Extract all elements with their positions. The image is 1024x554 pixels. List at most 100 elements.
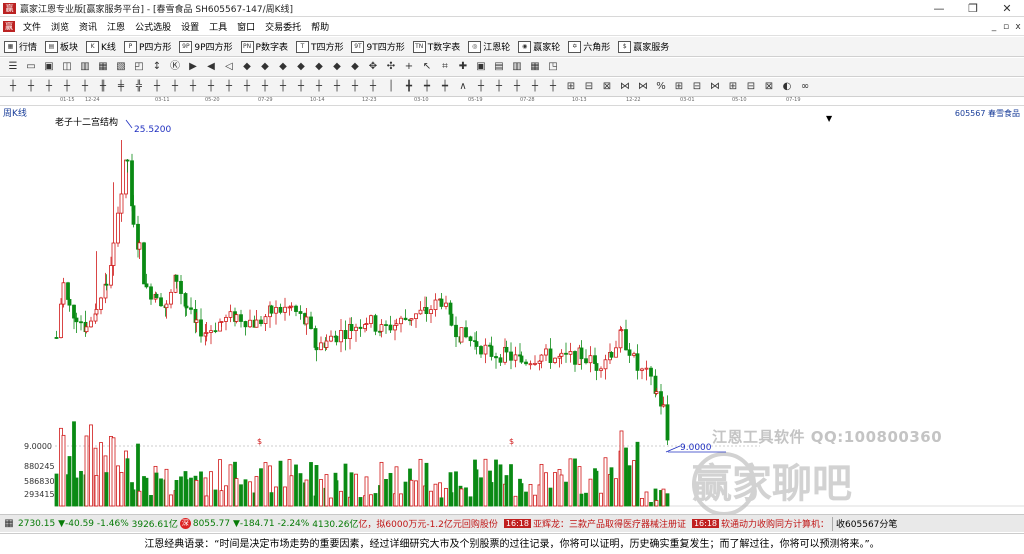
tool-icon[interactable]: ▦ bbox=[529, 61, 541, 73]
tool-icon[interactable]: ⊞ bbox=[565, 81, 577, 93]
tool-icon[interactable]: ⋈ bbox=[637, 81, 649, 93]
tool-icon[interactable]: ↖ bbox=[421, 61, 433, 73]
tool-icon[interactable]: ┼ bbox=[313, 81, 325, 93]
tool-icon[interactable]: ◁ bbox=[223, 61, 235, 73]
tool-icon[interactable]: ▣ bbox=[43, 61, 55, 73]
tool-icon[interactable]: ✥ bbox=[367, 61, 379, 73]
tool-icon[interactable]: ▣ bbox=[475, 61, 487, 73]
tool-icon[interactable]: ◆ bbox=[241, 61, 253, 73]
tool-icon[interactable]: + bbox=[403, 61, 415, 73]
tool-icon[interactable]: ⌗ bbox=[439, 61, 451, 73]
tool-icon[interactable]: ☰ bbox=[7, 61, 19, 73]
mdi-close-button[interactable]: x bbox=[1012, 18, 1024, 36]
tool-icon[interactable]: ┼ bbox=[205, 81, 217, 93]
tool-icon[interactable]: ┼ bbox=[475, 81, 487, 93]
tick-detail-label[interactable]: 收605567分笔 bbox=[836, 517, 897, 530]
toolbar-hexagon-button[interactable]: ✡ 六角形 bbox=[564, 40, 614, 53]
toolbar-kline-button[interactable]: K K线 bbox=[82, 40, 120, 53]
tool-icon[interactable]: ◆ bbox=[349, 61, 361, 73]
tool-icon[interactable]: ┼ bbox=[331, 81, 343, 93]
tool-icon[interactable]: ┼ bbox=[241, 81, 253, 93]
menu-help[interactable]: 帮助 bbox=[306, 20, 334, 33]
tool-icon[interactable]: ╋ bbox=[403, 81, 415, 93]
tool-icon[interactable]: ◆ bbox=[295, 61, 307, 73]
tool-icon[interactable]: ┼ bbox=[61, 81, 73, 93]
toolbar-dollar-button[interactable]: $ 赢家服务 bbox=[614, 40, 673, 53]
tool-icon[interactable]: ⊞ bbox=[673, 81, 685, 93]
toolbar-gann-wheel-button[interactable]: ◎ 江恩轮 bbox=[464, 40, 514, 53]
news-ticker[interactable]: 亿，拟6000万元-1.2亿元回购股份 16:18 亚辉龙：三款产品取得医疗器械… bbox=[358, 517, 829, 530]
tool-icon[interactable]: ⊠ bbox=[763, 81, 775, 93]
tool-icon[interactable]: ┼ bbox=[349, 81, 361, 93]
tool-icon[interactable]: ┿ bbox=[421, 81, 433, 93]
tool-icon[interactable]: ┼ bbox=[259, 81, 271, 93]
toolbar-9p-square-button[interactable]: 9P 9P四方形 bbox=[175, 40, 236, 53]
menu-trade[interactable]: 交易委托 bbox=[260, 20, 306, 33]
tool-icon[interactable]: ◆ bbox=[313, 61, 325, 73]
tool-icon[interactable]: ⊟ bbox=[745, 81, 757, 93]
minimize-button[interactable]: — bbox=[922, 0, 956, 17]
tool-icon[interactable]: ◐ bbox=[781, 81, 793, 93]
kline-chart[interactable]: 25.5200 9.0000 9.0000 $ $880245 586830 293415 bbox=[0, 106, 1024, 514]
tool-icon[interactable]: ◳ bbox=[547, 61, 559, 73]
news-item[interactable]: 亿，拟6000万元-1.2亿元回购股份 bbox=[358, 517, 497, 530]
tool-icon[interactable]: ▶ bbox=[187, 61, 199, 73]
mdi-minimize-button[interactable]: _ bbox=[988, 18, 1000, 36]
tool-icon[interactable]: ✚ bbox=[457, 61, 469, 73]
tool-icon[interactable]: % bbox=[655, 81, 667, 93]
tool-icon[interactable]: ▧ bbox=[115, 61, 127, 73]
tool-icon[interactable]: ┼ bbox=[79, 81, 91, 93]
menu-tools[interactable]: 工具 bbox=[204, 20, 232, 33]
tool-icon[interactable]: ◆ bbox=[331, 61, 343, 73]
tool-icon[interactable]: ╪ bbox=[115, 81, 127, 93]
tool-icon[interactable]: ┼ bbox=[169, 81, 181, 93]
news-item[interactable]: 亚辉龙：三款产品取得医疗器械注册证 bbox=[533, 517, 686, 530]
tool-icon[interactable]: ✣ bbox=[385, 61, 397, 73]
tool-icon[interactable]: ┼ bbox=[295, 81, 307, 93]
tool-icon[interactable]: ⊟ bbox=[691, 81, 703, 93]
restore-button[interactable]: ❐ bbox=[956, 0, 990, 17]
tool-icon[interactable]: ┼ bbox=[493, 81, 505, 93]
tool-icon[interactable]: ∧ bbox=[457, 81, 469, 93]
menu-news[interactable]: 资讯 bbox=[74, 20, 102, 33]
menu-browse[interactable]: 浏览 bbox=[46, 20, 74, 33]
tool-icon[interactable]: ▭ bbox=[25, 61, 37, 73]
tool-icon[interactable]: ┼ bbox=[151, 81, 163, 93]
tool-icon[interactable]: ◫ bbox=[61, 61, 73, 73]
toolbar-p-number-button[interactable]: PN P数字表 bbox=[237, 40, 292, 53]
tool-icon[interactable]: ⊠ bbox=[601, 81, 613, 93]
tool-icon[interactable]: ╫ bbox=[97, 81, 109, 93]
tool-icon[interactable]: ┼ bbox=[367, 81, 379, 93]
tool-icon[interactable]: ▥ bbox=[79, 61, 91, 73]
tool-icon[interactable]: ◀ bbox=[205, 61, 217, 73]
mdi-restore-button[interactable]: ▫ bbox=[1000, 18, 1012, 36]
tool-icon[interactable]: ┼ bbox=[187, 81, 199, 93]
tool-icon[interactable]: Ⓚ bbox=[169, 61, 181, 73]
close-button[interactable]: ✕ bbox=[990, 0, 1024, 17]
tool-icon[interactable]: ┼ bbox=[223, 81, 235, 93]
tool-icon[interactable]: ┼ bbox=[43, 81, 55, 93]
toolbar-p-square-button[interactable]: P P四方形 bbox=[120, 40, 175, 53]
menu-gann[interactable]: 江恩 bbox=[102, 20, 130, 33]
tool-icon[interactable]: ╬ bbox=[133, 81, 145, 93]
chart-area[interactable]: 周K线 老子十二宫结构 ▼ 605567 春雪食品 江恩工具软件 QQ:1008… bbox=[0, 106, 1024, 516]
tool-icon[interactable]: ◆ bbox=[259, 61, 271, 73]
menu-settings[interactable]: 设置 bbox=[176, 20, 204, 33]
toolbar-t-number-button[interactable]: TN T数字表 bbox=[409, 40, 465, 53]
toolbar-blocks-button[interactable]: ▤ 板块 bbox=[41, 40, 82, 53]
tool-icon[interactable]: ⊟ bbox=[583, 81, 595, 93]
tool-icon[interactable]: ┼ bbox=[7, 81, 19, 93]
tool-icon[interactable]: ▦ bbox=[97, 61, 109, 73]
tool-icon[interactable]: ▥ bbox=[511, 61, 523, 73]
tool-icon[interactable]: ⋈ bbox=[619, 81, 631, 93]
toolbar-9t-square-button[interactable]: 9T 9T四方形 bbox=[347, 40, 408, 53]
tool-icon[interactable]: ↕ bbox=[151, 61, 163, 73]
toolbar-winner-wheel-button[interactable]: ◉ 赢家轮 bbox=[514, 40, 564, 53]
menu-file[interactable]: 文件 bbox=[18, 20, 46, 33]
menu-window[interactable]: 窗口 bbox=[232, 20, 260, 33]
news-item[interactable]: 软通动力收购同方计算机： bbox=[721, 517, 829, 530]
tool-icon[interactable]: ∞ bbox=[799, 81, 811, 93]
tool-icon[interactable]: ┼ bbox=[529, 81, 541, 93]
menu-formula[interactable]: 公式选股 bbox=[130, 20, 176, 33]
tool-icon[interactable]: ◰ bbox=[133, 61, 145, 73]
